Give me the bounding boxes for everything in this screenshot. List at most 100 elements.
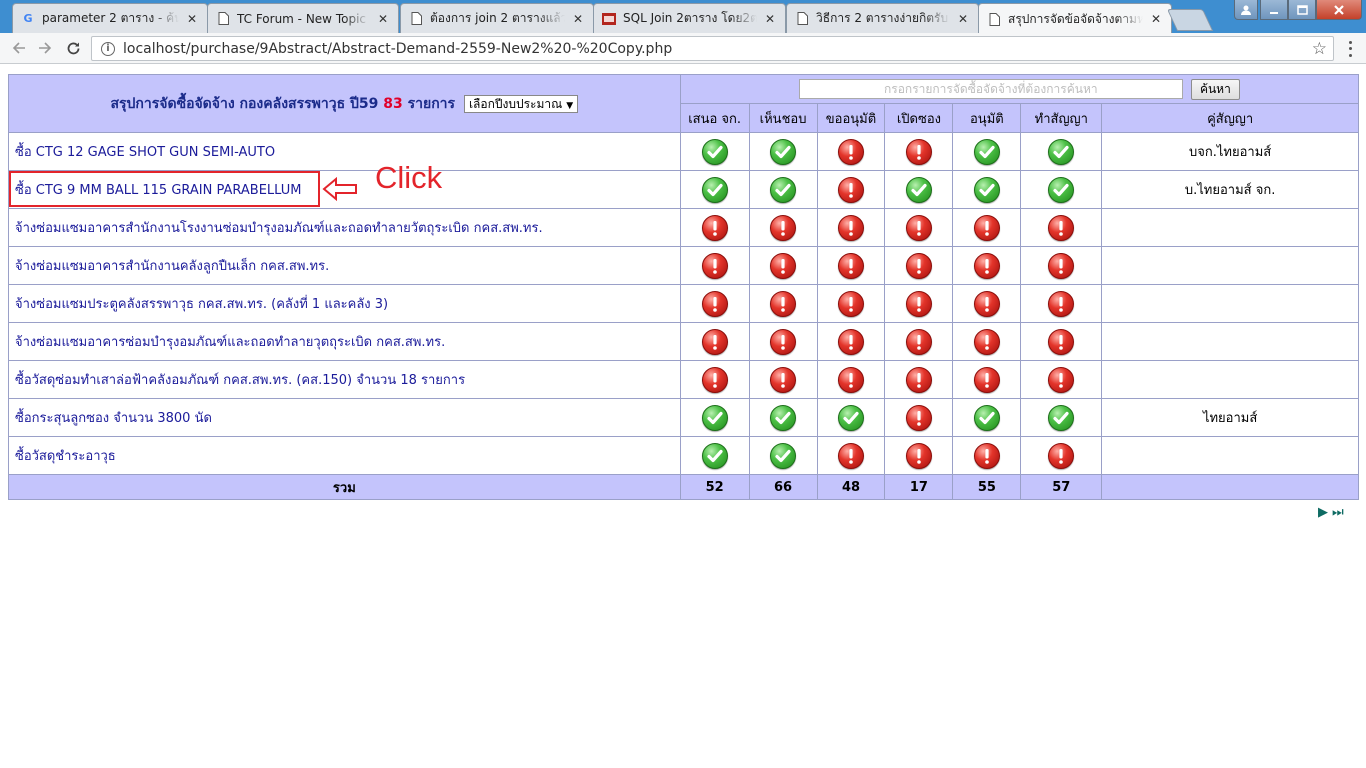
warning-icon: [838, 290, 864, 317]
search-input[interactable]: กรอกรายการจัดซื้อจัดจ้างที่ต้องการค้นหา: [798, 79, 1183, 99]
total-value: 57: [1020, 474, 1103, 500]
warning-icon: [973, 290, 1000, 317]
check-icon: [973, 138, 1000, 165]
item-link[interactable]: ซื้อวัสดุซ่อมทำเสาล่อฟ้าคลังอมภัณฑ์ กคส.…: [15, 369, 465, 390]
next-page-icon[interactable]: ▶: [1318, 505, 1328, 520]
column-header: เปิดซอง: [884, 103, 954, 133]
check-icon: [838, 404, 864, 431]
status-cell: [679, 170, 750, 209]
status-cell: [816, 132, 886, 171]
check-icon: [701, 442, 728, 469]
warning-icon: [905, 252, 932, 279]
status-cell: [679, 398, 750, 437]
warning-icon: [1048, 214, 1075, 241]
status-cell: [952, 132, 1022, 171]
close-window-button[interactable]: [1316, 0, 1362, 20]
status-cell: [748, 398, 818, 437]
warning-icon: [838, 442, 864, 469]
status-cell: [679, 132, 750, 171]
status-cell: [679, 360, 750, 399]
close-icon[interactable]: ✕: [185, 12, 199, 26]
status-cell: [816, 170, 886, 209]
status-cell: [1020, 398, 1103, 437]
close-icon[interactable]: ✕: [956, 12, 970, 26]
info-icon[interactable]: i: [101, 41, 115, 56]
tab-title: วิธีการ 2 ตารางง่ายกิตรับ พอ: [816, 11, 950, 25]
warning-icon: [701, 366, 728, 393]
warning-icon: [973, 214, 1000, 241]
status-cell: [816, 284, 886, 323]
warning-icon: [838, 176, 864, 203]
maximize-button[interactable]: [1288, 0, 1316, 20]
column-header: อนุมัติ: [952, 103, 1022, 133]
page-icon: [795, 12, 809, 26]
item-link[interactable]: ซื้อ CTG 9 MM BALL 115 GRAIN PARABELLUM: [15, 179, 302, 200]
item-cell: ซื้อ CTG 12 GAGE SHOT GUN SEMI-AUTO: [8, 132, 681, 171]
column-header: เห็นชอบ: [748, 103, 818, 133]
warning-icon: [770, 290, 797, 317]
tab-title: parameter 2 ตาราง - ค้นหา: [42, 11, 179, 25]
browser-tab[interactable]: SQL Join 2ตาราง โดย2ตาราง ✕: [593, 3, 786, 33]
warning-icon: [770, 214, 797, 241]
status-cell: [1020, 360, 1103, 399]
search-bar: กรอกรายการจัดซื้อจัดจ้างที่ต้องการค้นหา …: [679, 74, 1360, 104]
browser-tab[interactable]: G parameter 2 ตาราง - ค้นหา ✕: [12, 3, 208, 33]
browser-tab[interactable]: TC Forum - New Topic :: ThaiCreate ✕: [207, 3, 399, 33]
tab-title: ต้องการ join 2 ตารางแล้วดึงข้อมูล: [430, 11, 565, 25]
warning-icon: [770, 328, 797, 355]
status-cell: [679, 284, 750, 323]
table-row: จ้างซ่อมแซมอาคารสำนักงานโรงงานซ่อมบำรุงอ…: [8, 208, 1359, 247]
contract-party: [1101, 208, 1359, 247]
close-icon[interactable]: ✕: [1149, 12, 1163, 26]
browser-tab[interactable]: ต้องการ join 2 ตารางแล้วดึงข้อมูล ✕: [400, 3, 594, 33]
status-cell: [884, 360, 954, 399]
address-bar[interactable]: i localhost/purchase/9Abstract/Abstract-…: [91, 36, 1334, 61]
fiscal-year-select[interactable]: เลือกปีงบประมาณ ▼: [463, 94, 579, 113]
check-icon: [701, 404, 728, 431]
item-link[interactable]: ซื้อกระสุนลูกซอง จำนวน 3800 นัด: [15, 407, 212, 428]
check-icon: [770, 138, 797, 165]
user-icon[interactable]: [1234, 0, 1258, 20]
item-link[interactable]: จ้างซ่อมแซมอาคารสำนักงานโรงงานซ่อมบำรุงอ…: [15, 217, 543, 238]
contract-party: [1101, 322, 1359, 361]
warning-icon: [905, 404, 932, 431]
close-icon[interactable]: ✕: [763, 12, 777, 26]
browser-tab-active[interactable]: สรุปการจัดข้อจัดจ้างตามหน่วย ✕: [978, 3, 1172, 34]
status-cell: [748, 284, 818, 323]
forward-icon[interactable]: [34, 37, 56, 59]
browser-tab[interactable]: วิธีการ 2 ตารางง่ายกิตรับ พอ ✕: [786, 3, 979, 33]
bookmark-star-icon[interactable]: ☆: [1312, 39, 1327, 59]
item-link[interactable]: ซื้อวัสดุชำระอาวุธ: [15, 445, 116, 466]
close-icon[interactable]: ✕: [571, 12, 585, 26]
reload-icon[interactable]: [62, 37, 84, 59]
minimize-button[interactable]: [1260, 0, 1288, 20]
total-value: 48: [816, 474, 886, 500]
search-button[interactable]: ค้นหา: [1190, 78, 1240, 100]
warning-icon: [905, 214, 932, 241]
new-tab-button[interactable]: [1166, 9, 1214, 31]
item-link[interactable]: จ้างซ่อมแซมประตูคลังสรรพาวุธ กคส.สพ.ทร. …: [15, 293, 388, 314]
status-cell: [816, 436, 886, 475]
warning-icon: [905, 138, 932, 165]
browser-toolbar: i localhost/purchase/9Abstract/Abstract-…: [0, 33, 1366, 64]
status-cell: [1020, 436, 1103, 475]
check-icon: [973, 176, 1000, 203]
item-cell: จ้างซ่อมแซมอาคารสำนักงานคลังลูกปืนเล็ก ก…: [8, 246, 681, 285]
contract-party: [1101, 360, 1359, 399]
status-cell: [1020, 170, 1103, 209]
status-cell: [952, 436, 1022, 475]
page-icon: [987, 12, 1001, 26]
back-icon[interactable]: [8, 37, 30, 59]
dropdown-caret-icon: ▼: [566, 100, 574, 111]
browser-menu-icon[interactable]: [1342, 39, 1358, 59]
tab-title: SQL Join 2ตาราง โดย2ตาราง: [623, 11, 757, 25]
status-cell: [679, 322, 750, 361]
last-page-icon[interactable]: ⏭: [1332, 505, 1344, 520]
item-link[interactable]: ซื้อ CTG 12 GAGE SHOT GUN SEMI-AUTO: [15, 141, 275, 162]
item-link[interactable]: จ้างซ่อมแซมอาคารซ่อมบำรุงอมภัณฑ์และถอดทำ…: [15, 331, 445, 352]
item-link[interactable]: จ้างซ่อมแซมอาคารสำนักงานคลังลูกปืนเล็ก ก…: [15, 255, 329, 276]
check-icon: [1048, 138, 1075, 165]
warning-icon: [701, 328, 728, 355]
close-icon[interactable]: ✕: [376, 12, 390, 26]
status-cell: [884, 284, 954, 323]
